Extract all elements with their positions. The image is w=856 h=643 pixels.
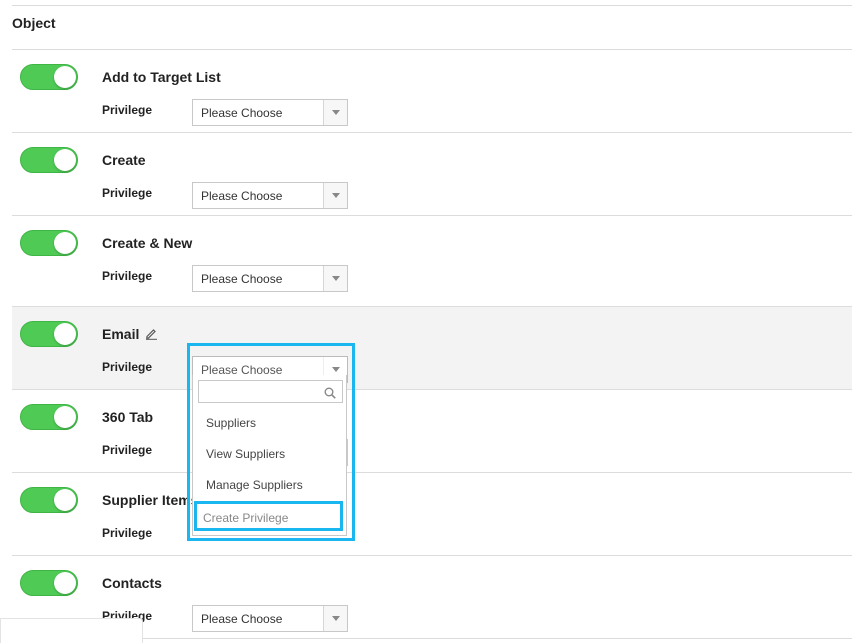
enable-toggle[interactable] [20,404,78,430]
row-title: 360 Tab [102,409,154,425]
privilege-select[interactable]: Please Choose [192,182,348,209]
privileges-panel: Object Add to Target List Privilege Plea… [0,0,856,643]
privilege-label: Privilege [102,269,153,283]
privilege-label: Privilege [102,526,153,540]
select-toggle[interactable] [323,183,347,208]
privilege-row-supplier-items: Supplier Items Privilege [12,472,852,555]
row-title: Add to Target List [102,69,221,85]
privilege-select[interactable]: Please Choose [192,605,348,632]
privilege-row-360-tab: 360 Tab Privilege [12,389,852,472]
toggle-knob [54,149,76,171]
caret-down-icon [332,276,340,281]
toggle-knob [54,323,76,345]
privilege-label: Privilege [102,186,153,200]
row-title: Create & New [102,235,193,251]
bottom-panel-tab [0,618,143,643]
row-title: Create [102,152,146,168]
privilege-label: Privilege [102,443,153,457]
privilege-row-email: Email Privilege Please Choose [12,306,852,389]
enable-toggle[interactable] [20,321,78,347]
select-value: Please Choose [201,272,283,286]
toggle-knob [54,66,76,88]
section-title: Object [12,15,56,31]
callout-highlight-option [194,501,343,531]
toggle-knob [54,232,76,254]
select-value: Please Choose [201,612,283,626]
toggle-knob [54,406,76,428]
privilege-row-create: Create Privilege Please Choose [12,132,852,215]
row-title: Contacts [102,575,162,591]
row-title: Email [102,326,158,343]
row-title: Supplier Items [102,492,199,508]
toggle-knob [54,489,76,511]
enable-toggle[interactable] [20,147,78,173]
privilege-label: Privilege [102,360,153,374]
enable-toggle[interactable] [20,570,78,596]
select-toggle[interactable] [323,606,347,631]
privilege-row-add-to-target-list: Add to Target List Privilege Please Choo… [12,49,852,132]
select-toggle[interactable] [323,266,347,291]
caret-down-icon [332,616,340,621]
privilege-label: Privilege [102,103,153,117]
select-value: Please Choose [201,106,283,120]
divider [12,5,852,6]
row-title-text: Email [102,326,140,342]
select-value: Please Choose [201,189,283,203]
privilege-row-create-and-new: Create & New Privilege Please Choose [12,215,852,298]
caret-down-icon [332,193,340,198]
privilege-select[interactable]: Please Choose [192,99,348,126]
privilege-select[interactable]: Please Choose [192,265,348,292]
enable-toggle[interactable] [20,487,78,513]
toggle-knob [54,572,76,594]
select-toggle[interactable] [323,100,347,125]
enable-toggle[interactable] [20,230,78,256]
caret-down-icon [332,110,340,115]
enable-toggle[interactable] [20,64,78,90]
pencil-icon[interactable] [145,327,158,343]
